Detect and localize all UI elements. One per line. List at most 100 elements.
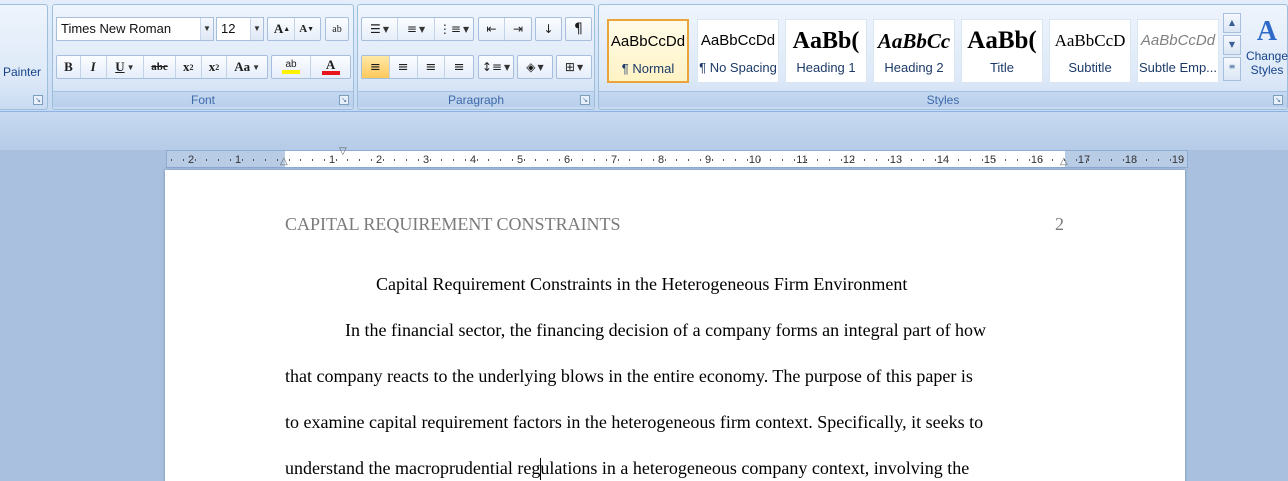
ruler-tick-mark xyxy=(535,159,536,161)
ruler-number: 1 xyxy=(328,154,336,166)
ruler-number: 5 xyxy=(516,154,524,166)
font-size-combo[interactable]: 12 ▼ xyxy=(216,17,264,41)
style-sample: AaBbCcDd xyxy=(610,33,686,50)
increase-indent-icon: ⇥ xyxy=(512,22,524,36)
grow-shrink-font-buttons: A ▲ A ▼ xyxy=(267,17,321,41)
ruler-tick-mark xyxy=(218,159,219,161)
text-highlight-button[interactable]: ab xyxy=(272,56,312,78)
increase-indent-button[interactable]: ⇥ xyxy=(505,18,531,40)
ruler-tick-mark xyxy=(759,159,760,161)
change-styles-button[interactable]: A Change Styles xyxy=(1245,15,1288,77)
show-formatting-button[interactable]: ¶ xyxy=(565,17,592,41)
hanging-indent-marker[interactable]: △ xyxy=(280,156,288,167)
styles-dialog-launcher[interactable]: ↘ xyxy=(1273,95,1283,105)
strikethrough-button[interactable]: abc xyxy=(144,56,176,78)
ruler-tick-mark xyxy=(1170,159,1171,161)
align-right-button[interactable]: ≡ xyxy=(418,56,446,78)
style-tile[interactable]: AaBbCcDd ¶ Normal xyxy=(607,19,689,83)
ruler-tick-mark xyxy=(1088,159,1089,161)
ruler-number: 9 xyxy=(704,154,712,166)
right-indent-marker[interactable]: △ xyxy=(1060,156,1068,167)
grow-font-button[interactable]: A ▲ xyxy=(270,18,296,40)
gallery-scroll-up-button[interactable]: ▲ xyxy=(1223,13,1241,33)
align-center-button[interactable]: ≡ xyxy=(390,56,418,78)
style-tile[interactable]: AaBbCcDd ¶ No Spacing xyxy=(697,19,779,83)
chevron-down-icon[interactable]: ▼ xyxy=(200,18,213,40)
bold-button[interactable]: B xyxy=(57,56,81,78)
font-color-button[interactable]: A xyxy=(311,56,350,78)
italic-button[interactable]: I xyxy=(81,56,107,78)
subscript-button[interactable]: x2 xyxy=(176,56,202,78)
ruler-tick-mark xyxy=(289,159,290,161)
sort-button[interactable]: ↓ xyxy=(535,17,562,41)
ruler-tick-mark xyxy=(195,159,196,161)
ribbon-bottom-band xyxy=(0,112,1288,150)
underline-button[interactable]: U ▼ xyxy=(107,56,145,78)
paragraph-dialog-launcher[interactable]: ↘ xyxy=(580,95,590,105)
line-spacing-button[interactable]: ↕≡ ▼ xyxy=(478,55,514,79)
align-left-button[interactable]: ≡ xyxy=(362,56,390,78)
clipboard-dialog-launcher[interactable]: ↘ xyxy=(33,95,43,105)
justify-button[interactable]: ≡ xyxy=(445,56,473,78)
change-case-button[interactable]: Aa ▼ xyxy=(227,56,267,78)
format-painter-button[interactable]: Painter xyxy=(3,65,41,79)
numbering-button[interactable]: ≡ ▼ xyxy=(398,18,435,40)
chevron-down-icon[interactable]: ▼ xyxy=(127,63,135,72)
ruler-tick-mark xyxy=(371,159,372,161)
style-sample: AaBbCcD xyxy=(1054,31,1126,50)
superscript-button[interactable]: x2 xyxy=(202,56,228,78)
font-dialog-launcher[interactable]: ↘ xyxy=(339,95,349,105)
bullets-button[interactable]: ☰ ▼ xyxy=(362,18,399,40)
clear-formatting-button[interactable]: ab xyxy=(325,17,349,41)
ruler-number: 2 xyxy=(187,154,195,166)
style-tile[interactable]: AaBbCcD Subtitle xyxy=(1049,19,1131,83)
color-buttons: ab A xyxy=(271,55,351,79)
shrink-font-button[interactable]: A ▼ xyxy=(295,18,318,40)
borders-button[interactable]: ⊞ ▼ xyxy=(556,55,592,79)
ruler-tick-mark xyxy=(629,159,630,161)
font-color-swatch xyxy=(321,71,340,75)
ruler-tick-mark xyxy=(829,159,830,161)
ruler-tick-mark xyxy=(1111,159,1112,161)
decrease-indent-button[interactable]: ⇤ xyxy=(479,18,506,40)
gallery-more-button[interactable]: ≡ xyxy=(1223,57,1241,81)
style-tile[interactable]: AaBbCcDd Subtle Emp... xyxy=(1137,19,1219,83)
ruler-tick-mark xyxy=(618,159,619,161)
horizontal-ruler[interactable]: 2 1 1 2 3 4 5 6 7 8 9 10 11 12 13 14 15 16 17 18 19 ▽ △ △ xyxy=(166,146,1188,168)
ribbon: Painter ↘ Times New Roman ▼ 12 ▼ A ▲ A ▼ a… xyxy=(0,0,1288,112)
document-title: Capital Requirement Constraints in the H… xyxy=(376,274,908,294)
ruler-tick-mark xyxy=(336,159,337,161)
ruler-tick-mark xyxy=(477,159,478,161)
ruler-number: 12 xyxy=(842,154,856,166)
ruler-tick-mark xyxy=(794,159,795,161)
style-tile[interactable]: AaBb(Heading 1 xyxy=(785,19,867,83)
document-page[interactable]: CAPITAL REQUIREMENT CONSTRAINTS 2 Capita… xyxy=(165,170,1185,481)
gallery-scroll-down-button[interactable]: ▼ xyxy=(1223,35,1241,55)
numbering-icon: ≡ xyxy=(406,22,417,36)
ruler-number: 17 xyxy=(1077,154,1091,166)
align-left-icon: ≡ xyxy=(369,59,381,75)
ruler-tick-mark xyxy=(911,159,912,161)
ruler-tick-mark xyxy=(1135,159,1136,161)
shading-button[interactable]: ◈ ▼ xyxy=(517,55,553,79)
change-styles-icon: A xyxy=(1256,16,1278,47)
style-tile[interactable]: AaBb(Title xyxy=(961,19,1043,83)
clipboard-group: Painter ↘ xyxy=(0,4,48,110)
style-tile[interactable]: AaBbCc Heading 2 xyxy=(873,19,955,83)
font-name-combo[interactable]: Times New Roman ▼ xyxy=(56,17,214,41)
ruler-tick-mark xyxy=(465,159,466,161)
ruler-tick-mark xyxy=(900,159,901,161)
style-name: Subtle Emp... xyxy=(1138,60,1218,75)
style-name: ¶ Normal xyxy=(621,61,675,76)
chevron-down-icon[interactable]: ▼ xyxy=(252,63,260,72)
decrease-indent-icon: ⇤ xyxy=(486,22,497,36)
first-line-indent-marker[interactable]: ▽ xyxy=(339,146,347,157)
ruler-number: 19 xyxy=(1171,154,1185,166)
ruler-tick-mark xyxy=(641,159,642,161)
chevron-down-icon[interactable]: ▼ xyxy=(250,18,263,40)
ruler-tick-mark xyxy=(183,159,184,161)
multilevel-list-button[interactable]: ⋮≡ ▼ xyxy=(435,18,473,40)
ruler-tick-mark xyxy=(277,159,278,161)
ruler-tick-mark xyxy=(735,159,736,161)
ruler-tick-mark xyxy=(1041,159,1042,161)
